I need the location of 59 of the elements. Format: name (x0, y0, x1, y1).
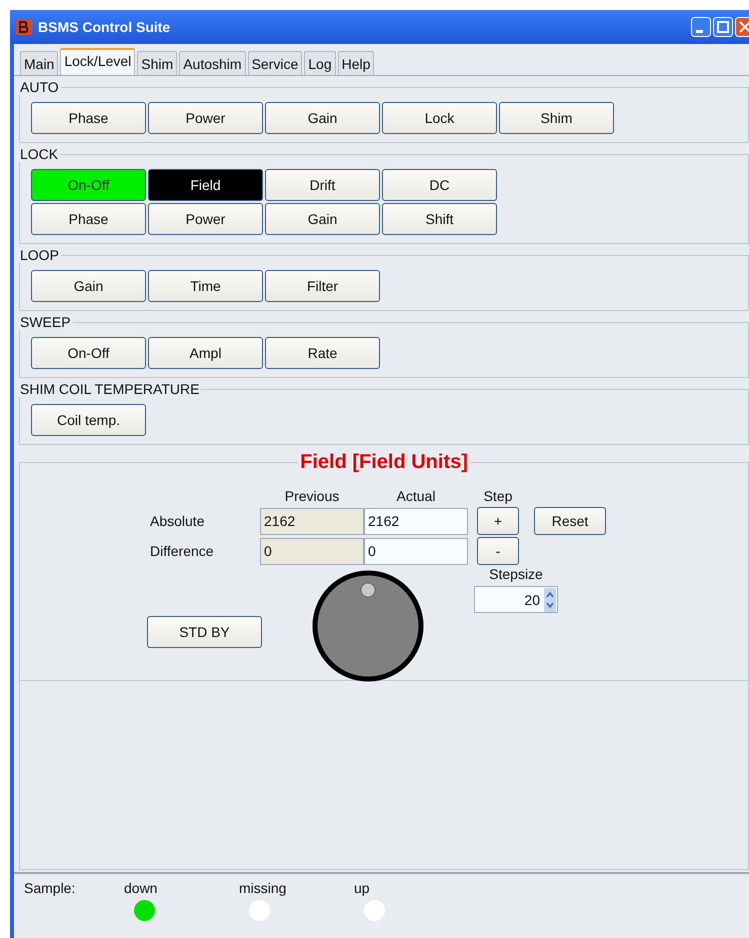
minimize-icon[interactable] (691, 17, 711, 37)
state-label: up (354, 880, 370, 896)
close-icon[interactable] (735, 17, 749, 37)
control-button[interactable]: Gain (265, 102, 380, 134)
field-title: Field [Field Units] (299, 451, 469, 474)
control-button[interactable]: Phase (31, 203, 146, 235)
row-label: Difference (150, 543, 215, 559)
spinner-arrows-icon[interactable] (544, 588, 556, 612)
row-label: Absolute (150, 513, 206, 529)
group-title: LOCK (19, 146, 60, 162)
control-button[interactable]: DC (382, 169, 497, 201)
control-button[interactable]: Drift (265, 169, 380, 201)
previous-value-field: 2162 (260, 508, 364, 534)
state-label: missing (239, 880, 286, 896)
tab[interactable]: Shim (137, 51, 178, 75)
step-button[interactable]: - (477, 537, 519, 565)
tab[interactable]: Main (20, 51, 58, 75)
knob-dial[interactable] (312, 570, 424, 682)
tab[interactable]: Log (304, 51, 336, 75)
tab[interactable]: Lock/Level (60, 48, 136, 75)
control-button[interactable]: Gain (31, 270, 146, 302)
sample-label: Sample: (24, 880, 76, 898)
stepsize-label: Stepsize (489, 566, 543, 582)
group-title: AUTO (19, 79, 60, 95)
maximize-icon[interactable] (713, 17, 733, 37)
reset-button[interactable]: Reset (534, 507, 606, 535)
control-button[interactable]: Rate (265, 337, 380, 369)
control-button[interactable]: Shim (499, 102, 614, 134)
previous-value-field: 0 (260, 538, 364, 564)
group-title: SWEEP (19, 314, 72, 330)
actual-value-field[interactable]: 0 (364, 538, 468, 564)
control-button[interactable]: Gain (265, 203, 380, 235)
control-button[interactable]: Shift (382, 203, 497, 235)
stepsize-spinner[interactable]: 20 (474, 586, 558, 613)
standby-button[interactable]: STD BY (147, 616, 262, 648)
actual-value-field[interactable]: 2162 (364, 508, 468, 534)
column-header: Step (484, 488, 512, 506)
column-header: Previous (284, 488, 340, 506)
control-button[interactable]: Power (148, 203, 263, 235)
control-button[interactable]: Power (148, 102, 263, 134)
control-button[interactable]: Phase (31, 102, 146, 134)
control-button[interactable]: Coil temp. (31, 404, 146, 436)
control-button[interactable]: Ampl (148, 337, 263, 369)
tab[interactable]: Help (338, 51, 374, 75)
step-button[interactable]: + (477, 507, 519, 535)
control-button[interactable]: Time (148, 270, 263, 302)
tab[interactable]: Autoshim (179, 51, 246, 75)
state-label: down (124, 880, 158, 896)
app-logo-icon (16, 19, 32, 35)
group-title: SHIM COIL TEMPERATURE (19, 381, 200, 397)
control-button[interactable]: On-Off (31, 169, 146, 201)
window-title: BSMS Control Suite (38, 19, 170, 35)
control-button[interactable]: Lock (382, 102, 497, 134)
control-button[interactable]: Filter (265, 270, 380, 302)
group-title: LOOP (19, 247, 60, 263)
tab[interactable]: Service (248, 51, 302, 75)
column-header: Actual (396, 488, 436, 506)
control-button[interactable]: On-Off (31, 337, 146, 369)
control-button[interactable]: Field (148, 169, 263, 201)
